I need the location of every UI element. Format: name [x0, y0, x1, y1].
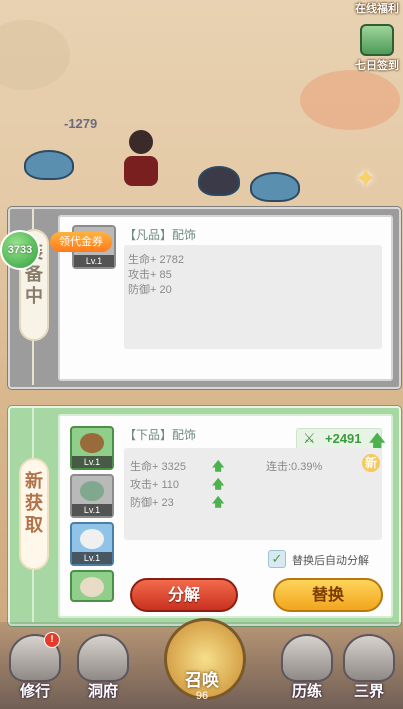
online-reward-button[interactable]: 在线福利 — [355, 0, 399, 16]
side-label-char: 中 — [25, 286, 43, 306]
side-label-char: 取 — [25, 515, 43, 535]
enemy-sprite — [24, 150, 74, 180]
nav-label: 三界 — [353, 683, 384, 700]
floating-damage-number: -1279 — [64, 116, 98, 131]
accessory-icon — [80, 433, 104, 453]
alert-badge: ! — [44, 632, 60, 648]
auto-decompose-checkbox[interactable]: ✓ — [268, 550, 286, 568]
signin-gift-icon — [360, 24, 394, 56]
accessory-icon — [80, 481, 104, 501]
item-title: 【凡品】配饰 — [124, 228, 197, 242]
summon-count: 96 — [195, 690, 209, 702]
new-item-slot[interactable]: Lv.1 — [70, 522, 114, 566]
nav-label: 洞府 — [87, 683, 118, 700]
accessory-icon — [80, 529, 104, 549]
stat-defense: 防御+ 23 — [130, 497, 174, 509]
auto-decompose-label: 替换后自动分解 — [292, 555, 369, 567]
trial-icon — [281, 634, 333, 682]
three-realms-icon — [343, 634, 395, 682]
side-label-char: 获 — [25, 493, 43, 513]
online-reward-label: 在线福利 — [355, 3, 399, 15]
stat-combo: 连击:0.39% — [266, 461, 323, 473]
stat-hp: 生命+ 2782 — [128, 254, 184, 266]
stats-box: 生命+ 2782 攻击+ 85 防御+ 20 — [124, 245, 382, 349]
background-foliage — [300, 70, 400, 130]
nav-cave[interactable]: 洞府 — [72, 634, 134, 701]
stat-attack: 攻击+ 85 — [128, 269, 172, 281]
hero-sprite — [122, 130, 160, 188]
item-level: Lv.1 — [72, 456, 112, 468]
new-item-card: Lv.1 Lv.1 Lv.1 【下品】配饰 ⚔ +2491 🡅 生命+ 3325… — [58, 414, 393, 618]
new-item-slot[interactable]: Lv.1 — [70, 426, 114, 470]
nav-label: 修行 — [19, 683, 50, 700]
cave-icon — [77, 634, 129, 682]
crossed-swords-icon: ⚔ — [303, 430, 316, 446]
stat-defense: 防御+ 20 — [128, 284, 172, 296]
stat-attack: 攻击+ 110 — [130, 479, 180, 491]
decompose-button[interactable]: 分解 — [130, 578, 238, 612]
stat-hp: 生命+ 3325 — [130, 461, 186, 473]
coin-amount: 3733 — [0, 230, 40, 270]
nav-three-realms[interactable]: 三界 — [338, 634, 400, 701]
accessory-icon — [80, 577, 104, 597]
nav-cultivate[interactable]: 修行 ! — [4, 632, 66, 701]
background-foliage — [0, 20, 70, 90]
new-item-slot[interactable]: Lv.1 — [70, 474, 114, 518]
new-side-label: 新 获 取 — [19, 458, 49, 570]
voucher-badge[interactable]: 领代金券 — [50, 232, 112, 252]
voucher-widget[interactable]: 3733 领代金券 — [0, 222, 112, 270]
enemy-sprite — [198, 166, 240, 196]
replace-button[interactable]: 替换 — [273, 578, 383, 612]
seven-day-signin-button[interactable]: 七日签到 — [355, 24, 399, 73]
sparkle-icon: ✦ — [354, 163, 378, 194]
enemy-sprite — [250, 172, 300, 202]
item-level: Lv.1 — [72, 552, 112, 564]
stat-up-arrow-icon: 🡅 — [212, 495, 225, 509]
seven-day-signin-label: 七日签到 — [355, 60, 399, 72]
nav-summon[interactable]: 召唤 96 — [158, 614, 246, 709]
nav-label: 历练 — [291, 683, 322, 700]
item-title: 【下品】配饰 — [124, 428, 197, 442]
nav-label: 召唤 — [185, 671, 219, 690]
stats-box: 生命+ 3325 🡅 连击:0.39% 攻击+ 110 🡅 防御+ 23 🡅 新 — [124, 448, 382, 540]
power-change-value: +2491 — [325, 431, 362, 446]
side-label-char: 新 — [25, 471, 43, 491]
new-item-slot[interactable] — [70, 570, 114, 602]
item-level: Lv.1 — [72, 504, 112, 516]
nav-trial[interactable]: 历练 — [276, 634, 338, 701]
new-item-panel: 新 获 取 Lv.1 Lv.1 Lv.1 【下品】配饰 ⚔ +2491 🡅 生命… — [8, 406, 401, 626]
new-tag: 新 — [362, 454, 380, 472]
